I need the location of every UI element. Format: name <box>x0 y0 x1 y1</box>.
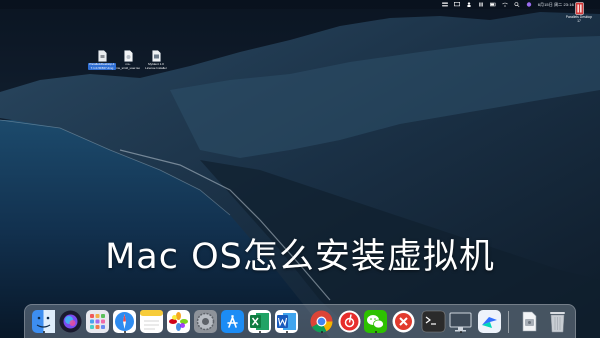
feishu-icon <box>478 310 501 333</box>
notes-icon <box>140 310 163 333</box>
dmg-file-icon <box>97 50 107 62</box>
running-indicator <box>42 331 45 333</box>
video-caption: Mac OS怎么安装虚拟机 <box>105 237 495 277</box>
dock-terminal[interactable] <box>421 309 446 334</box>
dock-excel[interactable] <box>247 309 272 334</box>
dock-photos[interactable] <box>166 309 191 334</box>
trash-icon <box>550 312 565 333</box>
dock <box>24 304 576 338</box>
dock-notes[interactable] <box>139 309 164 334</box>
system-preferences-icon <box>194 310 217 333</box>
user-icon[interactable] <box>466 2 472 7</box>
running-indicator <box>123 331 126 333</box>
installer-file-icon <box>151 50 161 62</box>
netease-music-icon <box>338 310 361 333</box>
dock-separator <box>508 311 509 333</box>
screen-mirror-icon[interactable] <box>453 2 460 7</box>
dock-finder[interactable] <box>31 309 56 334</box>
parallels-desktop-shortcut[interactable]: Parallels Desktop 17 <box>562 2 596 23</box>
dock-parallels[interactable] <box>391 309 416 334</box>
control-center-icon[interactable] <box>441 2 448 7</box>
dock-safari[interactable] <box>112 309 137 334</box>
file-label: MyIdent 1.0 License Installer <box>145 62 167 70</box>
siri-icon <box>59 310 82 333</box>
file-label: ms-ms_sim0_user.iso <box>115 62 140 70</box>
wifi-icon[interactable] <box>502 2 508 7</box>
running-indicator <box>320 331 323 333</box>
parallels-label: Parallels Desktop 17 <box>565 15 593 23</box>
iso-file-icon <box>123 50 133 62</box>
dock-launchpad[interactable] <box>85 309 110 334</box>
dock-feishu[interactable] <box>477 309 502 334</box>
running-indicator <box>374 331 377 333</box>
running-indicator <box>258 331 261 333</box>
app-store-icon <box>221 310 244 333</box>
parallels-icon <box>392 310 415 333</box>
dock-app-store[interactable] <box>220 309 245 334</box>
dock-netease-music[interactable] <box>337 309 362 334</box>
search-icon[interactable] <box>514 2 520 7</box>
dock-trash[interactable] <box>545 309 570 334</box>
dock-system-preferences[interactable] <box>193 309 218 334</box>
photos-icon <box>167 310 190 333</box>
running-indicator <box>459 331 462 333</box>
terminal-icon <box>421 310 446 333</box>
dock-word[interactable] <box>274 309 299 334</box>
desktop-file-license-installer[interactable]: MyIdent 1.0 License Installer <box>139 50 173 70</box>
pause-icon[interactable] <box>478 2 484 7</box>
dock-siri[interactable] <box>58 309 83 334</box>
running-indicator <box>285 331 288 333</box>
siri-icon[interactable] <box>526 2 532 7</box>
dock-chrome[interactable] <box>309 309 334 334</box>
launchpad-icon <box>86 310 109 333</box>
dock-remote-desktop[interactable] <box>448 309 473 334</box>
parallels-icon <box>574 2 584 15</box>
battery-icon[interactable] <box>489 2 496 7</box>
dock-installer-disk[interactable] <box>517 309 542 334</box>
installer-disk-icon <box>522 311 537 332</box>
menu-bar: 6月15日 周二 23:16 <box>0 0 600 9</box>
dock-wechat[interactable] <box>363 309 388 334</box>
